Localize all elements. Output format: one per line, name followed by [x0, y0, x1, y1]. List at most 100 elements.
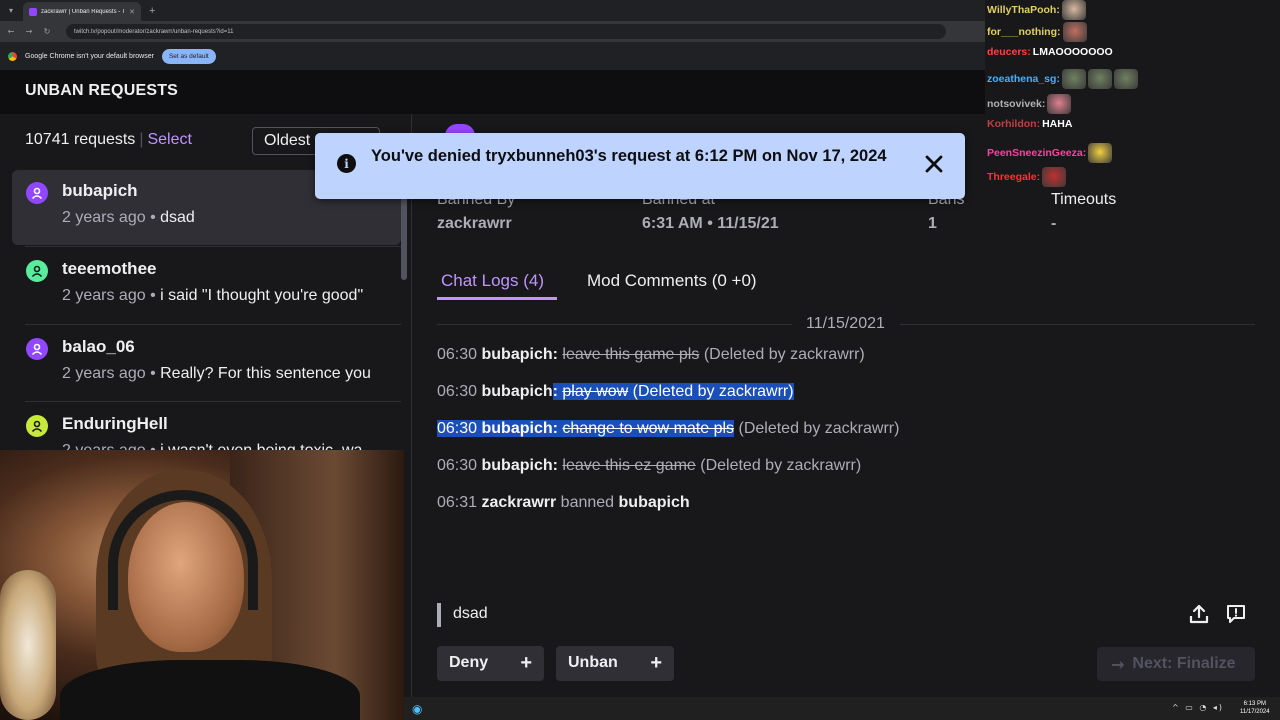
log-time: 06:31 [437, 494, 478, 511]
divider [25, 401, 401, 402]
log-user: bubapich [481, 383, 553, 400]
chat-emote-icon [1113, 69, 1138, 89]
chat-username: PeenSneezinGeeza: [987, 147, 1087, 159]
chat-log-line[interactable]: 06:30 bubapich: leave this game pls (Del… [437, 346, 865, 364]
browser-tabbar: ▾ zackrawrr | Unban Requests - T ✕ + [0, 0, 985, 21]
tab-close-icon[interactable]: ✕ [129, 8, 135, 16]
log-message: leave this game pls [562, 346, 700, 363]
log-colon: : [552, 383, 558, 400]
request-username: bubapich [62, 181, 138, 200]
log-colon: : [552, 420, 558, 437]
log-note: (Deleted by zackrawrr) [738, 420, 900, 437]
ban-target: bubapich [618, 494, 690, 511]
meta-dot: • [150, 287, 156, 304]
tab-mod-comments[interactable]: Mod Comments (0 +0) [587, 271, 757, 291]
taskbar-time: 6:13 PM [1243, 701, 1266, 707]
page-title: UNBAN REQUESTS [25, 82, 179, 99]
os-taskbar: ◉ ^ ▭ ◔ ◂) 6:13 PM 11/17/2024 [404, 697, 1280, 720]
request-count: 10741 requests [25, 131, 136, 148]
request-username: teeemothee [62, 259, 157, 278]
date-divider-line [900, 324, 1255, 325]
request-count-row: 10741 requests | Select [25, 131, 192, 149]
screen: ▾ zackrawrr | Unban Requests - T ✕ + ← →… [0, 0, 1280, 720]
request-meta: 2 years ago • i said "I thought you're g… [62, 287, 390, 305]
chat-username: zoeathena_sg: [987, 73, 1060, 85]
forward-icon[interactable]: → [24, 27, 34, 36]
divider [25, 324, 401, 325]
request-item[interactable]: balao_06 2 years ago • Really? For this … [12, 326, 401, 401]
log-message: change to wow mate pls [562, 420, 735, 437]
infobar-text: Google Chrome isn't your default browser [25, 52, 154, 60]
report-icon[interactable] [1226, 604, 1246, 624]
chat-username: Korhildon: [987, 118, 1041, 130]
browser-tab[interactable]: zackrawrr | Unban Requests - T ✕ [23, 2, 141, 21]
stream-chat-line: deucers: LMAOOOOOOO [987, 46, 1113, 58]
unban-label: Unban [568, 654, 618, 671]
new-tab-icon[interactable]: + [149, 5, 155, 17]
deny-button[interactable]: Deny + [437, 646, 544, 681]
set-default-button[interactable]: Set as default [161, 48, 216, 64]
log-time: 06:30 [437, 346, 478, 363]
log-note: (Deleted by zackrawrr) [632, 383, 794, 400]
share-icon[interactable] [1188, 603, 1210, 625]
user-avatar-icon [26, 415, 48, 437]
next-label: Next: Finalize [1132, 655, 1236, 672]
stream-chat-line: notsovivek: [987, 94, 1072, 114]
request-message: Really? For this sentence you [160, 365, 371, 382]
chat-log-line[interactable]: 06:30 bubapich: leave this ez game (Dele… [437, 457, 861, 475]
stat-banned-at-value: 6:31 AM • 11/15/21 [642, 215, 779, 232]
log-time: 06:30 [437, 420, 478, 437]
divider [25, 246, 401, 247]
request-username: EnduringHell [62, 414, 168, 433]
active-tab-indicator [437, 297, 557, 300]
quote-bar [437, 603, 441, 627]
request-age: 2 years ago [62, 209, 146, 226]
next-finalize-button[interactable]: → Next: Finalize [1097, 647, 1255, 681]
chat-log-line[interactable]: 06:30 bubapich: play wow (Deleted by zac… [437, 383, 794, 401]
log-note: (Deleted by zackrawrr) [703, 346, 865, 363]
ban-log-line: 06:31 zackrawrr banned bubapich [437, 494, 690, 512]
user-avatar-icon [26, 338, 48, 360]
taskbar-date: 11/17/2024 [1240, 709, 1270, 715]
deny-plus-icon: + [520, 652, 532, 674]
unban-button[interactable]: Unban + [556, 646, 674, 681]
log-date: 11/15/2021 [806, 315, 885, 332]
user-avatar-icon [26, 182, 48, 204]
request-detail-panel [413, 114, 1280, 720]
chat-emote-icon [1061, 69, 1086, 89]
close-icon[interactable] [923, 153, 945, 175]
reload-icon[interactable]: ↻ [42, 27, 52, 36]
stream-chat-line: for___nothing: [987, 22, 1087, 42]
tab-search-icon[interactable]: ▾ [3, 4, 19, 18]
chat-emote-icon [1062, 22, 1087, 42]
log-user: bubapich [481, 420, 553, 437]
back-icon[interactable]: ← [6, 27, 16, 36]
browser-address-bar: ← → ↻ twitch.tv/popout/moderator/zackraw… [0, 21, 985, 42]
globe-icon[interactable]: ◉ [412, 702, 422, 716]
twitch-favicon-icon [29, 7, 37, 16]
log-time: 06:30 [437, 457, 478, 474]
deny-label: Deny [449, 654, 489, 671]
chat-emote-icon [1061, 0, 1086, 20]
log-colon: : [552, 346, 558, 363]
select-link[interactable]: Select [147, 131, 191, 148]
log-time: 06:30 [437, 383, 478, 400]
chat-username: for___nothing: [987, 26, 1061, 38]
request-message: dsad [160, 209, 195, 226]
url-field[interactable]: twitch.tv/popout/moderator/zackrawrr/unb… [66, 24, 946, 39]
request-message: i said "I thought you're good" [160, 287, 364, 304]
request-item[interactable]: teeemothee 2 years ago • i said "I thoug… [12, 248, 401, 323]
log-note: (Deleted by zackrawrr) [700, 457, 862, 474]
stream-chat-line: PeenSneezinGeeza: [987, 143, 1113, 163]
stream-chat-line: WillyThaPooh: [987, 0, 1086, 20]
stat-timeouts-value: - [1051, 215, 1057, 232]
tab-chat-logs[interactable]: Chat Logs (4) [441, 271, 544, 291]
stream-chat-line: zoeathena_sg: [987, 69, 1138, 89]
taskbar-clock[interactable]: 6:13 PM 11/17/2024 [1240, 700, 1270, 716]
webcam-plush [0, 570, 56, 720]
separator: | [139, 131, 144, 148]
chat-log-line[interactable]: 06:30 bubapich: change to wow mate pls (… [437, 420, 899, 438]
chat-username: notsovivek: [987, 98, 1046, 110]
system-tray-icons[interactable]: ^ ▭ ◔ ◂) [1172, 703, 1224, 712]
log-colon: : [552, 457, 558, 474]
